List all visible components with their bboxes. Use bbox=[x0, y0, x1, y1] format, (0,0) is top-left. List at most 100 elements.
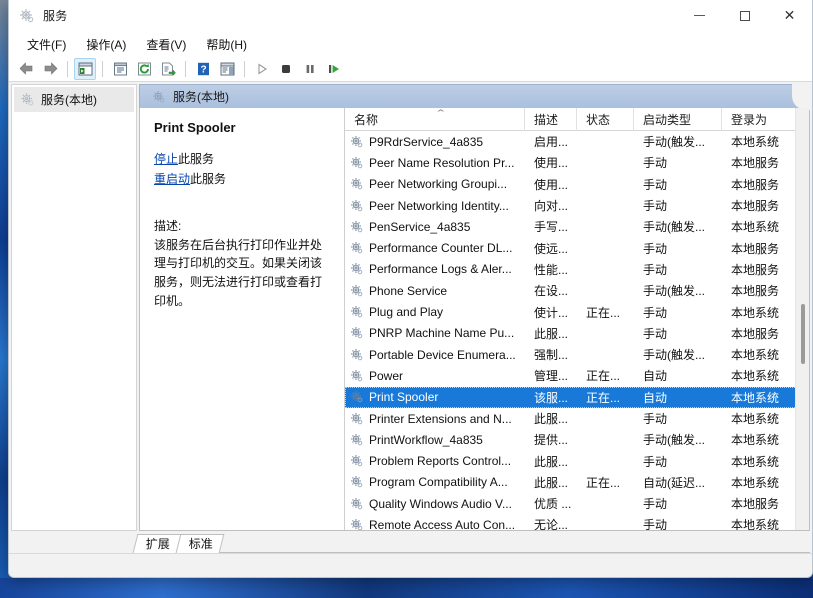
services-gear-icon bbox=[152, 90, 166, 104]
maximize-button[interactable] bbox=[722, 0, 767, 32]
service-gear-icon bbox=[350, 497, 364, 511]
menu-action[interactable]: 操作(A) bbox=[76, 34, 136, 55]
table-row[interactable]: Power管理...正在...自动本地系统 bbox=[345, 365, 809, 386]
table-row[interactable]: Peer Networking Identity...向对...手动本地服务 bbox=[345, 195, 809, 216]
cell-service-name: Peer Networking Identity... bbox=[345, 199, 525, 213]
column-header-state[interactable]: 状态 bbox=[577, 108, 634, 131]
restart-service-suffix: 此服务 bbox=[190, 172, 226, 186]
restart-service-link[interactable]: 重启动 bbox=[154, 172, 190, 186]
restart-service-button[interactable] bbox=[323, 58, 345, 80]
table-row[interactable]: PNRP Machine Name Pu...此服...手动本地服务 bbox=[345, 323, 809, 344]
column-header-startup[interactable]: 启动类型 bbox=[634, 108, 722, 131]
stop-service-button[interactable] bbox=[275, 58, 297, 80]
minimize-button[interactable] bbox=[677, 0, 722, 32]
tab-extended[interactable]: 扩展 bbox=[133, 534, 182, 553]
export-list-button[interactable] bbox=[157, 58, 179, 80]
service-name-text: PrintWorkflow_4a835 bbox=[369, 433, 483, 447]
service-name-text: Printer Extensions and N... bbox=[369, 412, 512, 426]
console-tree-pane: 服务(本地) bbox=[11, 84, 137, 531]
vertical-scrollbar[interactable] bbox=[795, 108, 809, 530]
cell-description: 此服... bbox=[525, 474, 577, 491]
cell-description: 在设... bbox=[525, 282, 577, 299]
cell-service-name: Quality Windows Audio V... bbox=[345, 497, 525, 511]
show-hide-console-tree-icon bbox=[78, 62, 93, 76]
show-hide-action-pane-icon bbox=[220, 62, 235, 76]
service-gear-icon bbox=[350, 348, 364, 362]
service-gear-icon bbox=[350, 326, 364, 340]
service-name-text: Print Spooler bbox=[369, 390, 438, 404]
list-rows-container: P9RdrService_4a835启用...手动(触发...本地系统Peer … bbox=[345, 131, 809, 530]
start-service-button[interactable] bbox=[251, 58, 273, 80]
table-row[interactable]: Phone Service在设...手动(触发...本地服务 bbox=[345, 280, 809, 301]
table-row[interactable]: Problem Reports Control...此服...手动本地系统 bbox=[345, 450, 809, 471]
table-row[interactable]: Performance Logs & Aler...性能...手动本地服务 bbox=[345, 259, 809, 280]
cell-service-name: Program Compatibility A... bbox=[345, 475, 525, 489]
tree-item-services-local[interactable]: 服务(本地) bbox=[14, 87, 134, 112]
cell-description: 此服... bbox=[525, 453, 577, 470]
table-row[interactable]: Printer Extensions and N...此服...手动本地系统 bbox=[345, 408, 809, 429]
table-row[interactable]: Program Compatibility A...此服...正在...自动(延… bbox=[345, 472, 809, 493]
table-row[interactable]: Print Spooler该服...正在...自动本地系统 bbox=[345, 387, 809, 408]
tab-standard-label: 标准 bbox=[189, 535, 213, 554]
table-row[interactable]: Portable Device Enumera...强制...手动(触发...本… bbox=[345, 344, 809, 365]
toolbar-separator bbox=[185, 61, 186, 77]
table-row[interactable]: Remote Access Auto Con...无论...手动本地系统 bbox=[345, 514, 809, 530]
cell-description: 使用... bbox=[525, 154, 577, 171]
service-gear-icon bbox=[350, 518, 364, 530]
menu-help[interactable]: 帮助(H) bbox=[196, 34, 257, 55]
start-service-icon bbox=[255, 62, 269, 76]
description-text: 该服务在后台执行打印作业并处理与打印机的交互。如果关闭该服务，则无法进行打印或查… bbox=[154, 236, 330, 310]
menu-file[interactable]: 文件(F) bbox=[17, 34, 76, 55]
cell-startup-type: 手动 bbox=[634, 516, 722, 530]
cell-startup-type: 手动(触发... bbox=[634, 346, 722, 363]
pane-header: 服务(本地) bbox=[139, 84, 810, 108]
table-row[interactable]: Quality Windows Audio V...优质 ...手动本地服务 bbox=[345, 493, 809, 514]
column-header-desc[interactable]: 描述 bbox=[525, 108, 577, 131]
cell-service-name: P9RdrService_4a835 bbox=[345, 135, 525, 149]
cell-startup-type: 手动(触发... bbox=[634, 431, 722, 448]
stop-service-link[interactable]: 停止 bbox=[154, 152, 178, 166]
show-hide-console-tree-button[interactable] bbox=[74, 58, 96, 80]
close-button[interactable]: ✕ bbox=[767, 0, 812, 32]
cell-startup-type: 手动 bbox=[634, 410, 722, 427]
cell-service-name: Remote Access Auto Con... bbox=[345, 518, 525, 530]
back-arrow-icon bbox=[18, 61, 35, 76]
cell-service-name: PrintWorkflow_4a835 bbox=[345, 433, 525, 447]
forward-arrow-icon bbox=[42, 61, 59, 76]
forward-button[interactable] bbox=[39, 58, 61, 80]
table-row[interactable]: Peer Name Resolution Pr...使用...手动本地服务 bbox=[345, 152, 809, 173]
back-button[interactable] bbox=[15, 58, 37, 80]
properties-button[interactable] bbox=[109, 58, 131, 80]
table-row[interactable]: Plug and Play使计...正在...手动本地系统 bbox=[345, 301, 809, 322]
table-row[interactable]: Peer Networking Groupi...使用...手动本地服务 bbox=[345, 174, 809, 195]
service-name-text: P9RdrService_4a835 bbox=[369, 135, 483, 149]
refresh-button[interactable] bbox=[133, 58, 155, 80]
scrollbar-thumb[interactable] bbox=[801, 304, 805, 364]
table-row[interactable]: PrintWorkflow_4a835提供...手动(触发...本地系统 bbox=[345, 429, 809, 450]
cell-service-name: Power bbox=[345, 369, 525, 383]
cell-description: 向对... bbox=[525, 197, 577, 214]
cell-startup-type: 手动 bbox=[634, 154, 722, 171]
description-label: 描述: bbox=[154, 217, 330, 234]
service-name-text: Peer Networking Identity... bbox=[369, 199, 509, 213]
cell-description: 启用... bbox=[525, 133, 577, 150]
help-button[interactable]: ? bbox=[192, 58, 214, 80]
show-hide-action-pane-button[interactable] bbox=[216, 58, 238, 80]
menu-view[interactable]: 查看(V) bbox=[136, 34, 196, 55]
pause-service-button[interactable] bbox=[299, 58, 321, 80]
service-gear-icon bbox=[350, 390, 364, 404]
service-name-text: Performance Counter DL... bbox=[369, 241, 512, 255]
cell-service-name: Plug and Play bbox=[345, 305, 525, 319]
tab-standard[interactable]: 标准 bbox=[176, 534, 225, 553]
service-gear-icon bbox=[350, 412, 364, 426]
cell-startup-type: 手动(触发... bbox=[634, 133, 722, 150]
svg-text:?: ? bbox=[200, 64, 206, 75]
table-row[interactable]: Performance Counter DL...使远...手动本地服务 bbox=[345, 237, 809, 258]
table-row[interactable]: P9RdrService_4a835启用...手动(触发...本地系统 bbox=[345, 131, 809, 152]
sort-ascending-icon: ⌃ bbox=[435, 109, 447, 118]
restart-service-line: 重启动此服务 bbox=[154, 171, 330, 188]
cell-startup-type: 自动 bbox=[634, 367, 722, 384]
table-row[interactable]: PenService_4a835手写...手动(触发...本地系统 bbox=[345, 216, 809, 237]
cell-status: 正在... bbox=[577, 304, 634, 321]
service-gear-icon bbox=[350, 475, 364, 489]
